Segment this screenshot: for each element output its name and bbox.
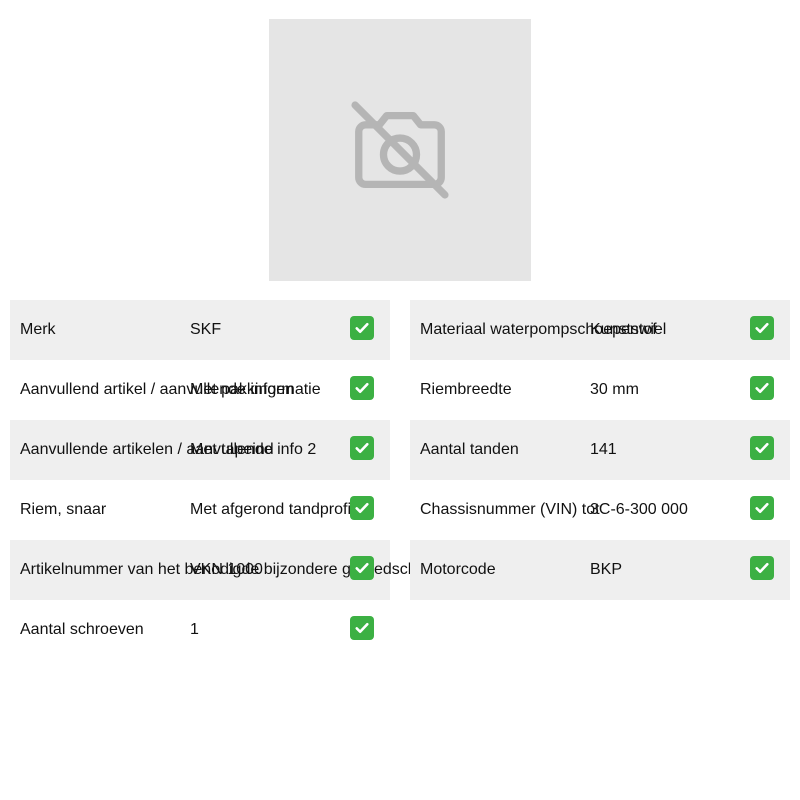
spec-row: Aanvullend artikel / aanvullende informa… [10,360,390,420]
spec-value: Kunststof [590,321,657,338]
spec-label: Motorcode [420,561,496,578]
spec-table-right: Materiaal waterpompschoepenwiel Kunststo… [410,300,790,600]
spec-value: Met tapeind [190,441,274,458]
spec-value: VKN 1000 [190,561,263,578]
check-mark-icon [750,376,774,400]
spec-value: 30 mm [590,381,639,398]
spec-row: Merk SKF [10,300,390,360]
check-mark-icon [350,436,374,460]
check-mark-icon [350,496,374,520]
check-mark-icon [750,556,774,580]
spec-value: SKF [190,321,222,338]
spec-value: Met pakkingen [190,381,295,398]
spec-value: BKP [590,561,623,578]
spec-label: Merk [20,321,56,338]
check-mark-icon [350,556,374,580]
spec-label: Aantal schroeven [20,621,144,638]
spec-row: Aantal schroeven 1 [10,600,390,660]
spec-value: 3C-6-300 000 [590,501,688,518]
spec-row: Riem, snaar Met afgerond tandprofiel [10,480,390,540]
spec-row: Materiaal waterpompschoepenwiel Kunststo… [410,300,790,360]
check-mark-icon [750,316,774,340]
spec-label: Riem, snaar [20,501,107,518]
check-mark-icon [350,376,374,400]
spec-value: Met afgerond tandprofiel [190,501,364,518]
camera-off-icon [351,101,449,199]
check-mark-icon [350,316,374,340]
spec-label: Riembreedte [420,381,512,398]
product-image-placeholder [269,19,531,281]
check-mark-icon [350,616,374,640]
spec-row: Riembreedte 30 mm [410,360,790,420]
spec-row: Motorcode BKP [410,540,790,600]
spec-table-left: Merk SKF Aanvullend artikel / aanvullend… [10,300,434,660]
spec-label: Chassisnummer (VIN) tot [420,501,600,518]
check-mark-icon [750,496,774,520]
spec-row: Artikelnummer van het benodigde bijzonde… [10,540,434,600]
spec-value: 141 [590,441,617,458]
check-mark-icon [750,436,774,460]
spec-row: Chassisnummer (VIN) tot 3C-6-300 000 [410,480,790,540]
spec-row: Aantal tanden 141 [410,420,790,480]
spec-value: 1 [190,621,199,638]
spec-row: Aanvullende artikelen / aanvullende info… [10,420,390,480]
spec-label: Aantal tanden [420,441,519,458]
